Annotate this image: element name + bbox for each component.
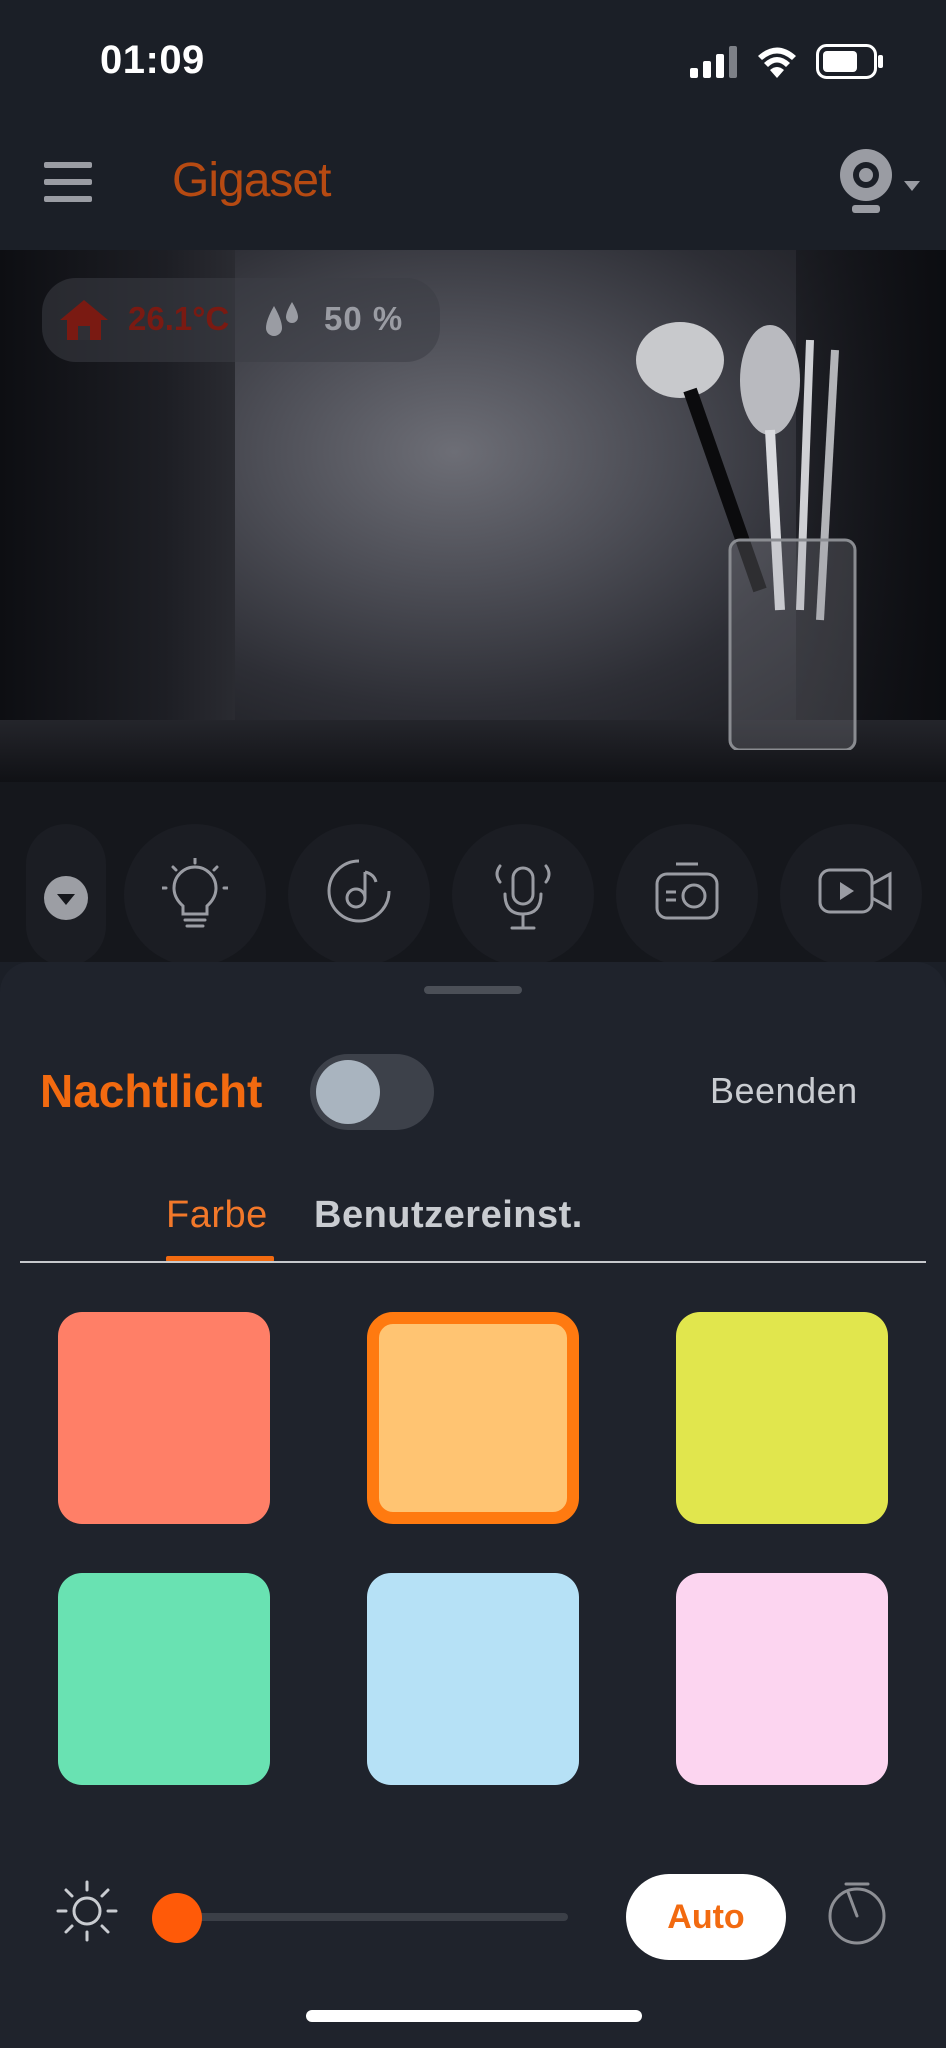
brightness-slider-track[interactable]	[174, 1913, 568, 1921]
video-icon	[818, 868, 892, 914]
camera-selector-icon[interactable]	[838, 147, 928, 217]
brush-cup-illustration	[636, 322, 857, 750]
collapse-button[interactable]	[26, 824, 106, 966]
color-swatch-yellow[interactable]	[676, 1312, 888, 1524]
signal-icon	[690, 46, 737, 78]
microphone-icon	[495, 864, 551, 930]
lullaby-button[interactable]	[288, 824, 430, 966]
gigaset-logo: Gigaset	[172, 154, 331, 207]
temperature-value: 26.1°C	[128, 300, 230, 337]
hamburger-menu-icon[interactable]	[44, 162, 92, 202]
auto-button[interactable]: Auto	[626, 1874, 786, 1960]
brightness-slider-handle[interactable]	[152, 1893, 202, 1943]
camera-icon	[655, 862, 719, 920]
color-swatch-orange[interactable]	[367, 1312, 579, 1524]
tab-divider	[20, 1261, 926, 1263]
tab-custom-settings[interactable]: Benutzereinst.	[314, 1194, 583, 1237]
nightlight-toggle[interactable]	[310, 1054, 434, 1130]
record-button[interactable]	[780, 824, 922, 966]
sheet-drag-handle[interactable]	[424, 986, 522, 994]
home-icon	[60, 300, 108, 340]
camera-controls	[0, 782, 946, 966]
timer-icon[interactable]	[824, 1880, 890, 1946]
lightbulb-icon	[162, 858, 228, 928]
color-swatch-blue[interactable]	[367, 1573, 579, 1785]
color-swatch-pink[interactable]	[676, 1573, 888, 1785]
toggle-knob	[316, 1060, 380, 1124]
status-bar: 01:09	[0, 0, 946, 125]
home-indicator	[306, 2010, 642, 2022]
battery-icon	[816, 44, 883, 79]
humidity-value: 50 %	[324, 300, 404, 337]
nightlight-button[interactable]	[124, 824, 266, 966]
brightness-icon	[56, 1880, 118, 1942]
nightlight-sheet: Nachtlicht Beenden Farbe Benutzereinst. …	[0, 962, 946, 2048]
intercom-button[interactable]	[452, 824, 594, 966]
status-time: 01:09	[100, 38, 205, 82]
sensor-readout: 26.1°C 50 %	[42, 278, 440, 362]
tab-color[interactable]: Farbe	[166, 1194, 268, 1237]
sheet-title: Nachtlicht	[40, 1065, 263, 1117]
wifi-icon	[758, 47, 796, 78]
app-header: Gigaset	[0, 125, 946, 250]
music-icon	[327, 859, 391, 923]
end-button[interactable]: Beenden	[710, 1070, 858, 1112]
camera-live-view[interactable]: 26.1°C 50 %	[0, 250, 946, 782]
color-swatch-green[interactable]	[58, 1573, 270, 1785]
humidity-icon	[266, 302, 298, 336]
chevron-down-icon	[44, 876, 88, 920]
color-swatch-salmon[interactable]	[58, 1312, 270, 1524]
snapshot-button[interactable]	[616, 824, 758, 966]
